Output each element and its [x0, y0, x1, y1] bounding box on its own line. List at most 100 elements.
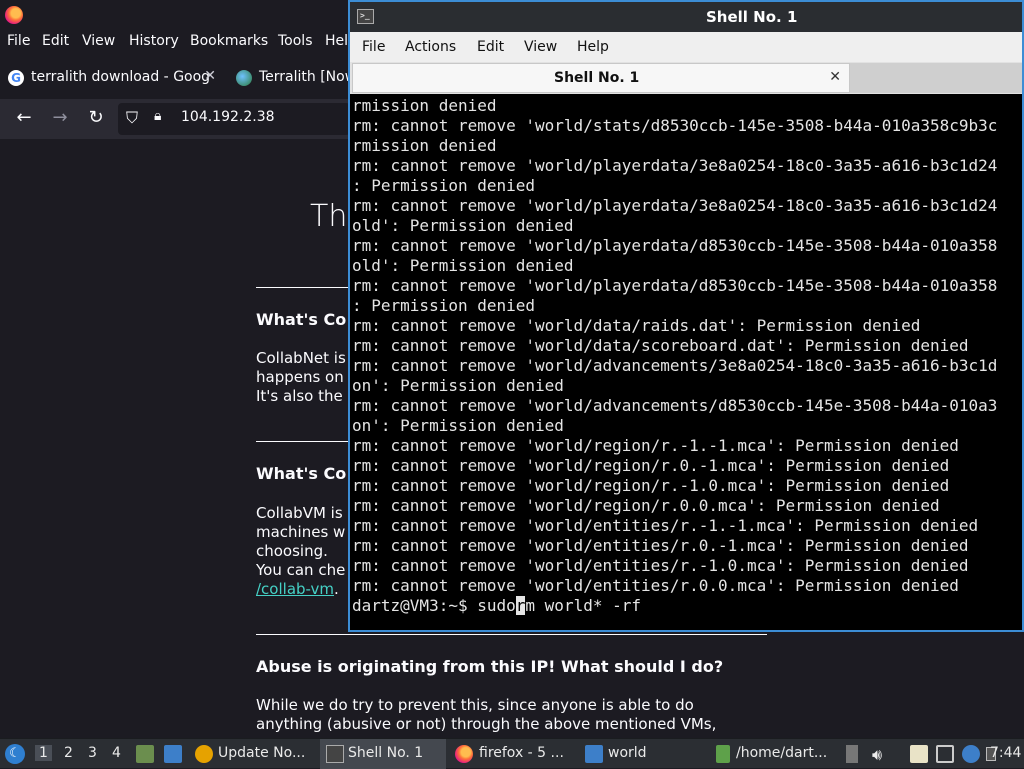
taskbar-shell[interactable]: Shell No. 1	[320, 739, 446, 769]
lock-icon[interactable]: 🔒︎	[154, 108, 161, 124]
terminal-prompt-line[interactable]: dartz@VM3:~$ sudorm world* -rf	[352, 596, 1022, 616]
terminal-output-line: rm: cannot remove 'world/playerdata/d853…	[352, 276, 998, 295]
taskbar-item-label: /home/dart...	[736, 745, 828, 761]
network-icon[interactable]	[936, 745, 954, 763]
terminal-output-line: rm: cannot remove 'world/stats/d8530ccb-…	[352, 116, 998, 135]
terminal-output-line: rmission denied	[352, 96, 497, 115]
text-line: happens on	[256, 368, 344, 386]
workspace-4[interactable]: 4	[112, 745, 121, 761]
clock[interactable]: 7:44	[990, 745, 1021, 761]
firefox-icon	[455, 745, 473, 763]
text-line: CollabNet is	[256, 349, 346, 367]
term-menu-edit[interactable]: Edit	[477, 39, 504, 55]
terminal-titlebar[interactable]: >_ Shell No. 1	[350, 2, 1022, 32]
clipboard-icon[interactable]	[910, 745, 928, 763]
ff-tab-terralith[interactable]: Terralith [Now	[228, 62, 350, 94]
prompt-text: dartz@VM3:~$ sudo	[352, 596, 516, 615]
back-arrow-icon[interactable]: ←	[13, 107, 35, 129]
terminal-output-line: rm: cannot remove 'world/data/raids.dat'…	[352, 316, 921, 335]
text-line: machines w	[256, 523, 346, 541]
taskbar-home-folder[interactable]: /home/dart...	[710, 739, 836, 769]
divider	[256, 634, 767, 635]
shield-icon[interactable]: ⛉	[126, 108, 138, 128]
taskbar-firefox[interactable]: firefox - 5 ...	[450, 739, 576, 769]
terminal-output-line: rm: cannot remove 'world/region/r.-1.-1.…	[352, 436, 959, 455]
terminal-output-line: on': Permission denied	[352, 416, 564, 435]
close-tab-icon[interactable]: ✕	[829, 69, 841, 85]
terminal-output-line: rm: cannot remove 'world/playerdata/d853…	[352, 236, 998, 255]
abuse-paragraph: While we do try to prevent this, since a…	[256, 696, 716, 734]
firefox-logo-icon	[5, 6, 23, 24]
ff-menu-edit[interactable]: Edit	[42, 33, 69, 49]
terminal-icon: >_	[357, 9, 374, 24]
close-tab-icon[interactable]: ✕	[204, 68, 216, 84]
terminal-output-line: rm: cannot remove 'world/entities/r.0.0.…	[352, 576, 959, 595]
terminal-output-line: rmission denied	[352, 136, 497, 155]
scroll-indicator-icon	[846, 745, 858, 763]
term-menu-help[interactable]: Help	[577, 39, 609, 55]
taskbar: ☾ 1 2 3 4 Update No... Shell No. 1 firef…	[0, 738, 1024, 769]
folder-icon	[585, 745, 603, 763]
terminal-output-line: rm: cannot remove 'world/playerdata/3e8a…	[352, 196, 998, 215]
text-line: anything (abusive or not) through the ab…	[256, 715, 717, 733]
collab-vm-link[interactable]: /collab-vm	[256, 580, 334, 598]
terminal-output-line: rm: cannot remove 'world/region/r.0.-1.m…	[352, 456, 950, 475]
ff-tab-terralith-google[interactable]: G terralith download - Goog ✕	[0, 62, 220, 94]
terminal-tab-shell-1[interactable]: Shell No. 1 ✕	[352, 63, 850, 93]
terminal-window: >_ Shell No. 1 File Actions Edit View He…	[348, 0, 1024, 632]
start-menu-icon[interactable]: ☾	[5, 744, 25, 764]
update-icon	[195, 745, 213, 763]
terminal-output-line: : Permission denied	[352, 296, 536, 315]
terminal-output-line: old': Permission denied	[352, 216, 574, 235]
workspace-1[interactable]: 1	[35, 745, 52, 761]
workspace-3[interactable]: 3	[88, 745, 97, 761]
ff-menu-tools[interactable]: Tools	[278, 33, 313, 49]
terminal-output-line: rm: cannot remove 'world/entities/r.0.-1…	[352, 536, 969, 555]
ff-menu-file[interactable]: File	[7, 33, 30, 49]
terminal-lines: rmission denied rm: cannot remove 'world/…	[352, 96, 1022, 596]
ff-menu-view[interactable]: View	[82, 33, 115, 49]
link-suffix: .	[334, 580, 339, 598]
file-manager-launcher-icon[interactable]	[136, 745, 154, 763]
terminal-title: Shell No. 1	[706, 8, 798, 26]
taskbar-item-label: firefox - 5 ...	[479, 745, 564, 761]
text-line: You can che	[256, 561, 346, 579]
ff-menu-history[interactable]: History	[129, 33, 179, 49]
google-favicon-icon: G	[8, 70, 24, 86]
text-line: It's also the	[256, 387, 343, 405]
terminal-output-line: on': Permission denied	[352, 376, 564, 395]
terminal-tab-label: Shell No. 1	[554, 70, 640, 86]
term-menu-view[interactable]: View	[524, 39, 557, 55]
taskbar-item-label: Shell No. 1	[348, 745, 424, 761]
terminal-output-line: rm: cannot remove 'world/advancements/3e…	[352, 356, 998, 375]
terminal-output-line: rm: cannot remove 'world/region/r.-1.0.m…	[352, 476, 950, 495]
taskbar-item-label: world	[608, 745, 647, 761]
terminal-output-line: rm: cannot remove 'world/region/r.0.0.mc…	[352, 496, 940, 515]
terminal-output-line: : Permission denied	[352, 176, 536, 195]
forward-arrow-icon[interactable]: →	[49, 107, 71, 129]
term-menu-actions[interactable]: Actions	[405, 39, 456, 55]
ff-tab-label: Terralith [Now	[259, 69, 350, 85]
taskbar-item-label: Update No...	[218, 745, 306, 761]
section-heading-collabnet: What's Co	[256, 310, 347, 329]
ff-menu-help[interactable]: Hel	[325, 33, 348, 49]
url-text[interactable]: 104.192.2.38	[181, 109, 275, 125]
reload-icon[interactable]: ↻	[85, 107, 107, 129]
desktop-launcher-icon[interactable]	[164, 745, 182, 763]
term-menu-file[interactable]: File	[362, 39, 385, 55]
workspace-2[interactable]: 2	[64, 745, 73, 761]
ff-menu-bookmarks[interactable]: Bookmarks	[190, 33, 268, 49]
text-line: choosing.	[256, 542, 328, 560]
taskbar-update-notifier[interactable]: Update No...	[190, 739, 316, 769]
terminal-output[interactable]: rmission denied rm: cannot remove 'world/…	[350, 94, 1022, 630]
terminal-output-line: rm: cannot remove 'world/entities/r.-1.-…	[352, 516, 979, 535]
terminal-output-line: rm: cannot remove 'world/entities/r.-1.0…	[352, 556, 969, 575]
globe-favicon-icon	[236, 70, 252, 86]
notification-icon[interactable]	[962, 745, 980, 763]
volume-icon[interactable]: 🔊︎	[872, 745, 890, 764]
text-line: While we do try to prevent this, since a…	[256, 696, 694, 714]
terminal-icon	[326, 745, 344, 763]
terminal-tabbar: Shell No. 1 ✕	[350, 62, 1022, 94]
tabbar-empty-area	[850, 63, 1022, 93]
taskbar-world-folder[interactable]: world	[580, 739, 706, 769]
